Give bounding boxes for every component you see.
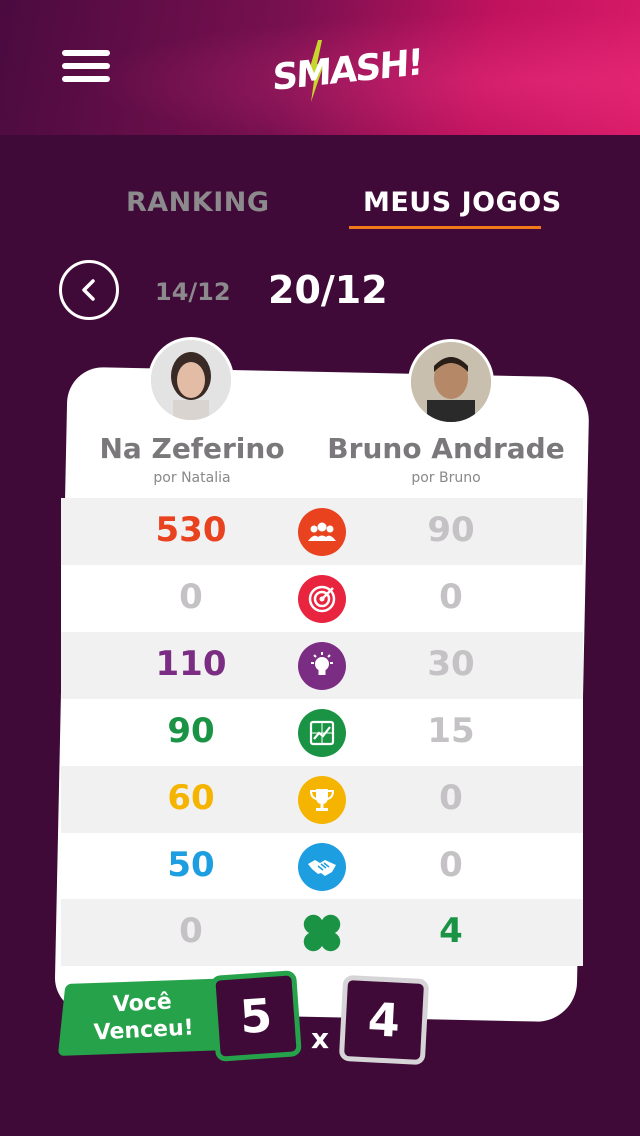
stat-row: 0 4	[61, 899, 583, 966]
opponent-subtitle: por Bruno	[411, 470, 481, 486]
app-header: SMASH!	[0, 0, 640, 135]
opponent-score: 0	[439, 845, 463, 885]
player-score: 60	[167, 778, 215, 818]
opponent-score: 4	[439, 911, 463, 951]
opponent-name: Bruno Andrade	[327, 432, 565, 465]
clover-icon	[298, 909, 346, 957]
win-banner-text: Você Venceu!	[77, 987, 210, 1048]
opponent-score: 15	[427, 711, 475, 751]
trophy-icon	[298, 776, 346, 824]
back-button[interactable]	[59, 260, 119, 320]
player-avatar	[408, 339, 494, 425]
player-score: 110	[155, 644, 227, 684]
stat-row: 50 0	[61, 833, 583, 900]
score-separator: x	[311, 1022, 330, 1055]
player-score: 50	[167, 845, 215, 885]
player-score: 0	[179, 911, 203, 951]
people-icon	[298, 508, 346, 556]
stat-row: 110 30	[61, 632, 583, 699]
player-score: 0	[179, 577, 203, 617]
player-score: 90	[167, 711, 215, 751]
player-subtitle: por Natalia	[153, 470, 231, 486]
opponent-score: 30	[427, 644, 475, 684]
active-tab-indicator	[349, 226, 541, 229]
opponent-score: 90	[427, 510, 475, 550]
player-name: Na Zeferino	[99, 432, 285, 465]
opponent-score: 0	[439, 778, 463, 818]
player-score: 530	[155, 510, 227, 550]
tab-ranking[interactable]: RANKING	[126, 187, 270, 218]
stat-row: 530 90	[61, 498, 583, 565]
tab-meus-jogos[interactable]: MEUS JOGOS	[363, 187, 562, 218]
opponent-score: 0	[439, 577, 463, 617]
avatar-photo-2	[411, 342, 491, 422]
target-icon	[298, 575, 346, 623]
avatar-photo-1	[151, 340, 231, 420]
stat-row: 0 0	[61, 565, 583, 632]
lightbulb-icon	[298, 642, 346, 690]
handshake-icon	[298, 843, 346, 891]
stat-row: 60 0	[61, 766, 583, 833]
previous-date[interactable]: 14/12	[155, 278, 231, 306]
hamburger-menu-icon[interactable]	[62, 50, 110, 86]
stat-row: 90 15	[61, 699, 583, 766]
logo-text: SMASH!	[271, 41, 423, 100]
player-final-score: 5	[210, 970, 302, 1062]
chart-icon	[298, 709, 346, 757]
player-avatar	[148, 337, 234, 423]
current-date: 20/12	[268, 268, 388, 312]
smash-logo: SMASH!	[268, 38, 422, 108]
opponent-final-score: 4	[338, 974, 430, 1066]
chevron-left-icon	[82, 279, 95, 301]
